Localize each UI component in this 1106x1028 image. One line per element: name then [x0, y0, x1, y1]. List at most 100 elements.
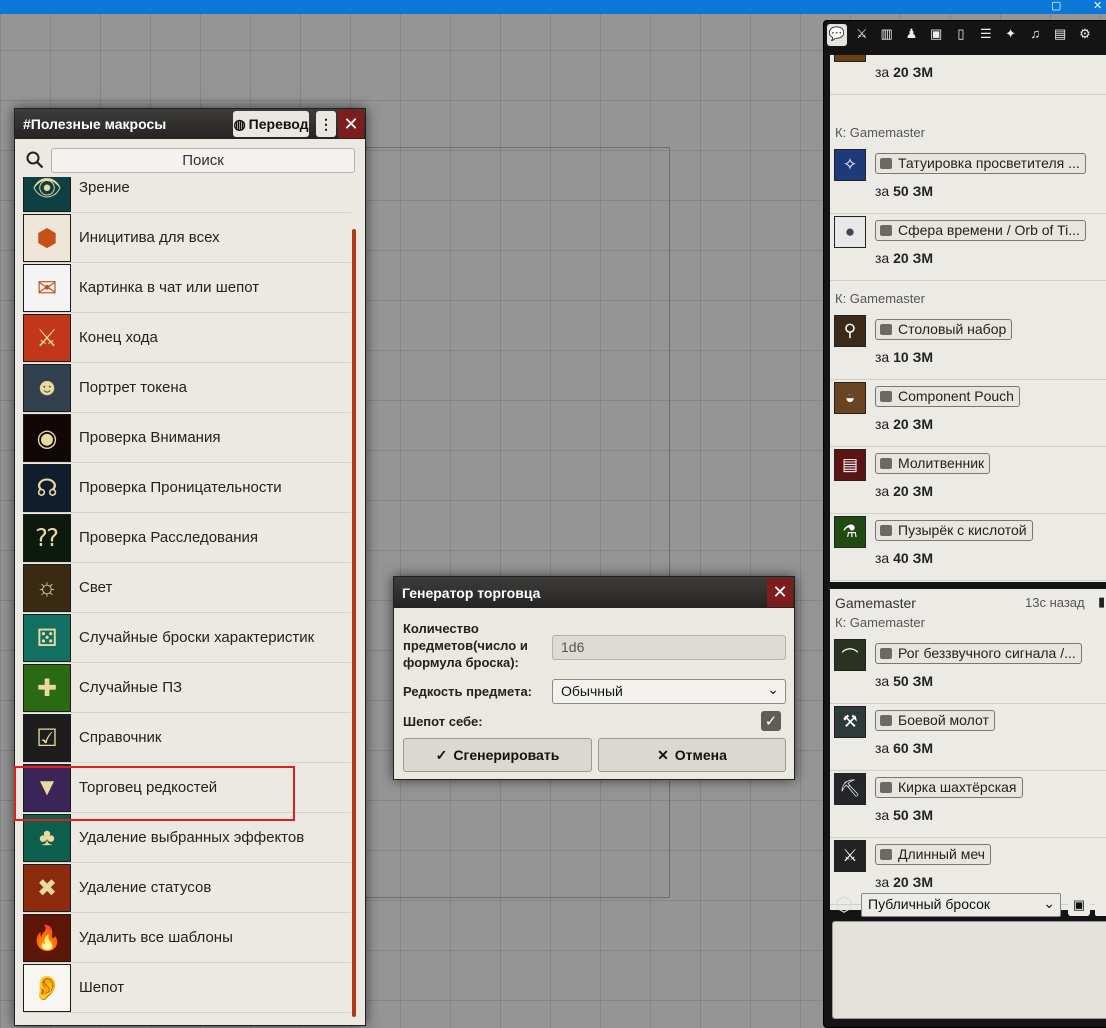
macro-item[interactable]: ⁇ Проверка Расследования	[15, 513, 365, 563]
speaker-alias: К: Gamemaster	[835, 125, 925, 140]
playlists-tab-icon[interactable]: ♫	[1025, 26, 1045, 44]
divider	[830, 280, 1106, 281]
globe-icon: ◍	[233, 115, 246, 132]
macro-item[interactable]: ☑ Справочник	[15, 713, 365, 763]
item-name: Кирка шахтёрская	[898, 779, 1017, 795]
macro-item[interactable]: ◉ Проверка Внимания	[15, 413, 365, 463]
macro-item[interactable]: ☼ Свет	[15, 563, 365, 613]
rarity-select[interactable]: Обычный ⌄	[552, 679, 786, 704]
kebab-menu-icon[interactable]: ⋮	[316, 111, 336, 137]
envelope-icon: ✉	[23, 264, 71, 312]
macro-item[interactable]: ⬢ Иницитива для всех	[15, 213, 365, 263]
scrollbar[interactable]	[352, 229, 356, 1017]
x-icon: ✕	[657, 746, 669, 763]
item-link[interactable]: Молитвенник	[875, 453, 991, 474]
clover-icon: ♣	[23, 814, 71, 862]
macro-item[interactable]: ☊ Проверка Проницательности	[15, 463, 365, 513]
macro-item-label: Случайные ПЗ	[79, 679, 183, 696]
combat-tab-icon[interactable]: ⚔	[852, 26, 872, 44]
cards-tab-icon[interactable]: ✦	[1001, 26, 1021, 44]
item-link[interactable]: Сфера времени / Orb of Ti...	[875, 220, 1086, 241]
cancel-button-label: Отмена	[674, 747, 727, 763]
trash-icon[interactable]	[1095, 894, 1106, 916]
quantity-input[interactable]: 1d6	[552, 635, 786, 660]
search-input[interactable]: Поиск	[51, 148, 355, 173]
dialog-close-button[interactable]: ✕	[767, 578, 793, 607]
whisper-checkbox[interactable]: ✓	[761, 711, 781, 731]
macro-item[interactable]: ✚ Случайные ПЗ	[15, 663, 365, 713]
chat-item-row[interactable]: ⚒ Боевой молот за 60 ЗМ	[830, 704, 1106, 771]
macro-item[interactable]: ⚔ Конец хода	[15, 313, 365, 363]
chat-tab-icon[interactable]: 💬	[827, 24, 847, 46]
macro-item[interactable]: ☻ Портрет токена	[15, 363, 365, 413]
macro-item[interactable]: 🔥 Удалить все шаблоны	[15, 913, 365, 963]
macro-item-label: Случайные броски характеристик	[79, 629, 315, 646]
speaker-alias: К: Gamemaster	[835, 615, 925, 630]
scenes-tab-icon[interactable]: ▥	[877, 26, 897, 44]
macro-item[interactable]: ✉ Картинка в чат или шепот	[15, 263, 365, 313]
item-link[interactable]: Пузырёк с кислотой	[875, 520, 1033, 541]
item-link[interactable]: Кирка шахтёрская	[875, 777, 1023, 798]
items-tab-icon[interactable]: ▣	[926, 26, 946, 44]
tattoo-icon: ✧	[834, 149, 866, 181]
quantity-label: Количество предметов(число и формула бро…	[403, 621, 528, 670]
save-icon[interactable]: ▣	[1068, 894, 1090, 916]
macro-item[interactable]: ⚄ Случайные броски характеристик	[15, 613, 365, 663]
restore-icon[interactable]: ▢	[1051, 0, 1061, 12]
macro-item-label: Зрение	[79, 179, 130, 196]
macro-item[interactable]: 👁 Зрение	[15, 177, 365, 213]
os-title-bar: ▢ ✕	[0, 0, 1106, 14]
item-link[interactable]: Рог беззвучного сигнала /...	[875, 643, 1082, 664]
item-price: за 50 ЗМ	[875, 807, 934, 823]
chat-item-row[interactable]: ⚗ Пузырёк с кислотой за 40 ЗМ	[830, 514, 1106, 581]
generate-button-label: Сгенерировать	[453, 747, 560, 763]
journal-tab-icon[interactable]: ▯	[951, 26, 971, 44]
macro-item[interactable]: 👂 Шепот	[15, 963, 365, 1013]
chat-item-row[interactable]: ◒ Component Pouch за 20 ЗМ	[830, 380, 1106, 447]
item-link[interactable]: Столовый набор	[875, 319, 1013, 340]
dice-icon: ⚄	[23, 614, 71, 662]
checkmark-icon: ✓	[435, 746, 448, 763]
chat-item-row[interactable]: ✧ Татуировка просветителя ... за 50 ЗМ	[830, 147, 1106, 214]
briefcase-icon	[880, 391, 892, 402]
translate-button[interactable]: ◍ Перевод	[233, 111, 309, 137]
chat-item-row[interactable]: ⌒ Рог беззвучного сигнала /... за 50 ЗМ	[830, 637, 1106, 704]
item-link[interactable]: Татуировка просветителя ...	[875, 153, 1086, 174]
chat-message-input[interactable]	[832, 921, 1106, 1019]
item-name: Молитвенник	[898, 455, 985, 471]
actors-tab-icon[interactable]: ♟	[901, 26, 921, 44]
generate-button[interactable]: ✓ Сгенерировать	[403, 738, 592, 772]
item-price: за 50 ЗМ	[875, 673, 934, 689]
item-link[interactable]: Component Pouch	[875, 386, 1020, 407]
dialog-header[interactable]: Генератор торговца ✕	[394, 577, 794, 608]
sidebar: 💬 ⚔ ▥♟ ▣ ▯ ☰ ✦♫ ▤ ⚙ ≡Сиринга / Pan Fluteза 20 ЗМ…	[823, 20, 1106, 1028]
macro-item[interactable]: ✖ Удаление статусов	[15, 863, 365, 913]
book-icon: ▤	[834, 449, 866, 481]
item-price: за 10 ЗМ	[875, 349, 934, 365]
message-timestamp: 13с назад	[1025, 595, 1085, 610]
chat-item-row[interactable]: ● Сфера времени / Orb of Ti... за 20 ЗМ	[830, 214, 1106, 281]
settings-tab-icon[interactable]: ⚙	[1075, 26, 1095, 44]
compendium-tab-icon[interactable]: ▤	[1050, 26, 1070, 44]
item-link[interactable]: Длинный меч	[875, 844, 991, 865]
item-name: Татуировка просветителя ...	[898, 155, 1080, 171]
delete-message-icon[interactable]: ▮	[1098, 594, 1105, 610]
chat-item-row[interactable]: ⛏ Кирка шахтёрская за 50 ЗМ	[830, 771, 1106, 838]
macro-item-label: Проверка Проницательности	[79, 479, 282, 496]
chat-item-row[interactable]: ≡Сиринга / Pan Fluteза 20 ЗМ	[830, 55, 1106, 95]
item-name: Рог беззвучного сигнала /...	[898, 645, 1076, 661]
window-header[interactable]: #Полезные макросы ◍ Перевод ⋮ ✕	[15, 109, 365, 139]
item-link[interactable]: Боевой молот	[875, 710, 995, 731]
macro-item-label: Удаление статусов	[79, 879, 212, 896]
chat-item-row[interactable]: ▤ Молитвенник за 20 ЗМ	[830, 447, 1106, 514]
search-row: Поиск	[15, 139, 365, 177]
close-button[interactable]: ✕	[338, 110, 364, 138]
macro-directory-window: #Полезные макросы ◍ Перевод ⋮ ✕ Поиск 👁 З…	[14, 108, 366, 1026]
pouch-icon: ◒	[834, 382, 866, 414]
d20-icon[interactable]: ⬡	[832, 893, 856, 917]
chat-item-row[interactable]: ⚲ Столовый набор за 10 ЗМ	[830, 313, 1106, 380]
tables-tab-icon[interactable]: ☰	[976, 26, 996, 44]
close-window-icon[interactable]: ✕	[1093, 0, 1102, 12]
roll-mode-select[interactable]: Публичный бросок ⌄	[861, 893, 1061, 917]
cancel-button[interactable]: ✕ Отмена	[598, 738, 786, 772]
